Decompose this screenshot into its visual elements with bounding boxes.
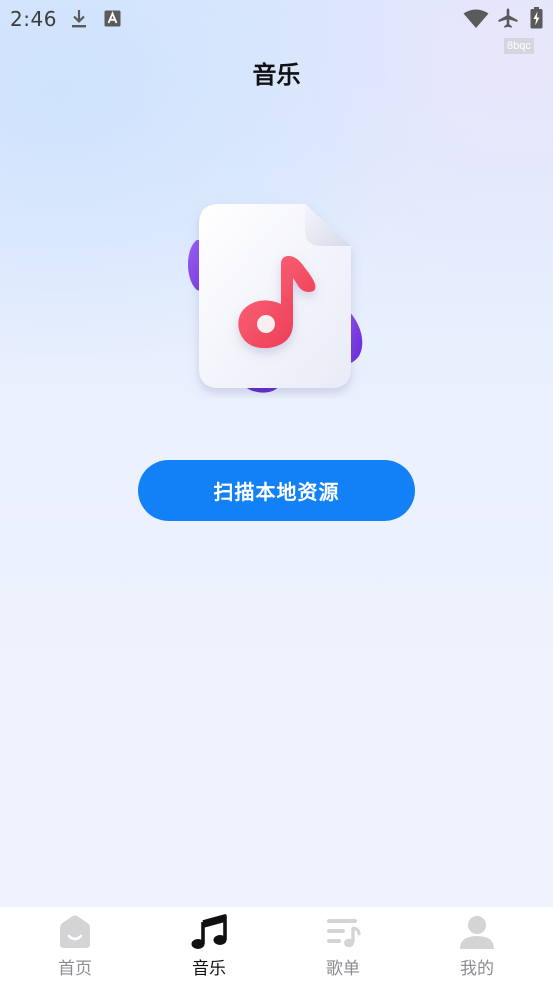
tab-home[interactable]: 首页: [15, 907, 135, 984]
corner-badge: 8bqc: [504, 38, 534, 54]
status-bar: 2:46 8bqc: [0, 0, 553, 54]
tab-playlist-label: 歌单: [326, 959, 360, 979]
music-screen: 2:46 8bqc 音乐 扫描本地资源 首页 音乐 歌单 我的: [0, 0, 553, 984]
tab-mine-label: 我的: [460, 959, 494, 979]
text-a-icon: [104, 10, 121, 27]
home-icon: [60, 915, 90, 948]
bottom-nav: 首页 音乐 歌单 我的: [0, 907, 553, 984]
tab-music[interactable]: 音乐: [149, 907, 269, 984]
profile-icon: [460, 916, 494, 949]
tab-playlist[interactable]: 歌单: [283, 907, 403, 984]
status-time: 2:46: [10, 7, 57, 31]
tab-music-label: 音乐: [192, 959, 226, 979]
airplane-mode-icon: [498, 8, 518, 28]
tab-mine[interactable]: 我的: [417, 907, 537, 984]
tab-home-label: 首页: [58, 959, 92, 979]
playlist-icon: [327, 919, 361, 948]
music-file-icon: [188, 204, 363, 393]
wifi-icon: [463, 9, 489, 28]
scan-local-resources-button[interactable]: 扫描本地资源: [138, 460, 415, 521]
battery-charging-icon: [530, 7, 543, 29]
download-icon: [72, 10, 86, 28]
page-title: 音乐: [252, 61, 301, 89]
music-note-icon: [191, 914, 227, 949]
scan-button-label: 扫描本地资源: [213, 480, 340, 504]
